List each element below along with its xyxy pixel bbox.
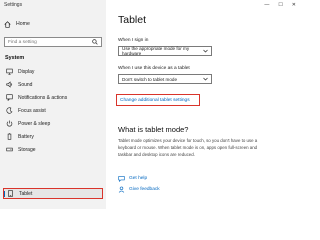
window-controls: — ☐ ✕	[264, 2, 296, 8]
sidebar-item-notifications[interactable]: Notifications & actions	[3, 92, 103, 103]
description-line-3: taskbar and desktop icons are reduced.	[118, 152, 195, 157]
sidebar-item-label: Power & sleep	[18, 120, 51, 127]
tablet-use-label: When I use this device as a tablet	[118, 66, 190, 71]
search-icon[interactable]	[92, 39, 98, 45]
change-additional-settings-link[interactable]: Change additional tablet settings	[116, 94, 200, 106]
focus-assist-icon	[6, 107, 13, 114]
give-feedback-label: Give feedback	[129, 187, 160, 192]
sidebar-item-focus-assist[interactable]: Focus assist	[3, 105, 103, 116]
tablet-mode-value: Don't switch to tablet mode	[122, 76, 178, 82]
sidebar-item-power[interactable]: Power & sleep	[3, 118, 103, 129]
sound-icon	[6, 81, 13, 88]
main-content: — ☐ ✕ Tablet When I sign in Use the appr…	[106, 0, 300, 209]
sidebar-item-label: Notifications & actions	[18, 94, 68, 101]
power-icon	[6, 120, 13, 127]
sidebar-item-label: Focus assist	[18, 107, 46, 114]
give-feedback-link[interactable]: Give feedback	[118, 186, 160, 193]
search-placeholder: Find a setting	[8, 39, 37, 45]
tablet-icon	[7, 190, 14, 197]
feedback-icon	[118, 186, 125, 193]
home-icon	[4, 20, 11, 28]
minimize-button[interactable]: —	[264, 2, 269, 8]
close-button[interactable]: ✕	[292, 2, 296, 8]
chevron-down-icon	[203, 49, 208, 53]
sign-in-mode-dropdown[interactable]: Use the appropriate mode for my hardware	[118, 46, 212, 56]
help-icon	[118, 175, 125, 182]
home-nav-item[interactable]: Home	[4, 19, 102, 29]
sidebar-item-tablet[interactable]: Tablet	[3, 188, 103, 199]
page-title: Tablet	[118, 14, 147, 26]
get-help-label: Get help	[129, 176, 148, 181]
description-line-1: Tablet mode optimizes your device for to…	[118, 138, 258, 143]
maximize-button[interactable]: ☐	[278, 2, 282, 8]
battery-icon	[6, 133, 13, 140]
sidebar-item-storage[interactable]: Storage	[3, 144, 103, 155]
sidebar-item-label: Storage	[18, 146, 36, 153]
settings-window: Settings Home Find a setting System Disp…	[0, 0, 300, 209]
sidebar-item-label: Sound	[18, 81, 33, 88]
get-help-link[interactable]: Get help	[118, 175, 147, 182]
search-input[interactable]: Find a setting	[4, 37, 102, 47]
section-title: System	[5, 55, 25, 61]
description-line-2: keyboard or mouse. When tablet mode is o…	[118, 145, 258, 150]
sidebar-item-label: Display	[18, 68, 35, 75]
notifications-icon	[6, 94, 13, 101]
sidebar-item-label: Tablet	[19, 190, 33, 197]
sign-in-mode-value: Use the appropriate mode for my hardware	[122, 46, 190, 56]
window-title: Settings	[4, 2, 23, 8]
display-icon	[6, 68, 13, 75]
link-label: Change additional tablet settings	[120, 97, 190, 103]
sidebar-item-label: Battery	[18, 133, 34, 140]
home-label: Home	[16, 21, 30, 27]
chevron-down-icon	[203, 77, 208, 81]
tablet-mode-dropdown[interactable]: Don't switch to tablet mode	[118, 74, 212, 84]
what-is-heading: What is tablet mode?	[118, 125, 189, 134]
sidebar: Settings Home Find a setting System Disp…	[0, 0, 106, 209]
sidebar-item-sound[interactable]: Sound	[3, 79, 103, 90]
storage-icon	[6, 146, 13, 153]
sign-in-label: When I sign in	[118, 38, 149, 43]
sidebar-item-battery[interactable]: Battery	[3, 131, 103, 142]
sidebar-item-display[interactable]: Display	[3, 66, 103, 77]
